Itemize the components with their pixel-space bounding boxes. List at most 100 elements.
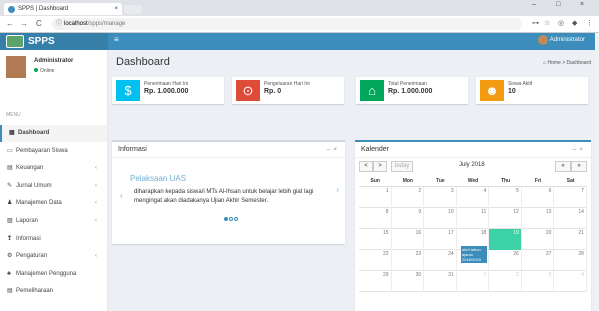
sidebar-item-laporan[interactable]: ▧ Laporan ‹ [0, 213, 107, 230]
next-month-button[interactable]: > [373, 161, 387, 172]
browser-tab[interactable]: SPPS | Dashboard × [4, 3, 122, 15]
scrollbar[interactable] [595, 33, 599, 311]
calendar-day[interactable]: 30 [392, 271, 425, 292]
calendar-event[interactable]: akhf tahun ajaran 2018/2019 [461, 246, 487, 263]
calendar-day[interactable]: 13 [522, 208, 555, 229]
tab-close-icon[interactable]: × [114, 3, 118, 15]
forward-icon[interactable]: → [20, 19, 28, 28]
breadcrumb[interactable]: ⌂ Home > Dashboard [543, 60, 591, 66]
sidebar-item-pemeliharaan[interactable]: ▤ Pemeliharaan [0, 283, 107, 300]
calendar-day[interactable]: 27 [522, 250, 555, 271]
extension-icon[interactable]: ◎ [558, 19, 564, 27]
key-icon[interactable]: ⊶ [532, 19, 539, 27]
carousel-dot[interactable] [234, 217, 238, 221]
calendar-day[interactable]: 2 [392, 187, 425, 208]
calendar-day[interactable]: 28 [554, 250, 587, 271]
calendar-day[interactable]: 20 [522, 229, 555, 250]
calendar-day[interactable]: 22 [359, 250, 392, 271]
carousel-dot[interactable] [229, 217, 233, 221]
panel-controls[interactable]: – × [327, 142, 337, 158]
sidebar-item-keuangan[interactable]: ▤ Keuangan ‹ [0, 160, 107, 177]
calendar-day[interactable]: 5 [489, 187, 522, 208]
close-icon[interactable]: × [333, 147, 337, 153]
back-icon[interactable]: ← [6, 19, 14, 28]
user-menu[interactable]: Administrator [537, 35, 585, 45]
carousel-indicators[interactable] [224, 208, 239, 226]
calendar-day[interactable]: 21 [554, 229, 587, 250]
calendar-day[interactable]: 24 [424, 250, 457, 271]
calendar-day[interactable]: 15 [359, 229, 392, 250]
calendar-day[interactable]: 31 [424, 271, 457, 292]
info-box-siswa-aktif: ☻ Siswa Aktif 10 [476, 77, 588, 104]
top-navbar: ≡ Administrator [108, 33, 599, 50]
calendar-day[interactable]: 6 [522, 187, 555, 208]
close-icon[interactable]: × [579, 147, 583, 153]
calendar-week: 29 30 31 1 2 3 4 [359, 271, 587, 292]
calendar-day[interactable]: 1 [457, 271, 490, 292]
app: SPPS ≡ Administrator Administrator Onlin… [0, 33, 599, 311]
calendar-day[interactable]: 4 [457, 187, 490, 208]
sidebar-item-jurnal-umum[interactable]: ✎ Jurnal Umum ‹ [0, 178, 107, 195]
calendar-day[interactable]: 10 [424, 208, 457, 229]
address-bar[interactable]: ⓘ localhost/spps/manage [52, 18, 522, 30]
menu-toggle-icon[interactable]: ≡ [114, 35, 119, 44]
reload-icon[interactable]: C [36, 19, 42, 28]
admin-name: Administrator [549, 37, 585, 43]
prev-month-button[interactable]: < [359, 161, 373, 172]
sidebar-item-icon: ❢ [7, 235, 13, 242]
calendar-day[interactable]: 3 [424, 187, 457, 208]
sidebar-item-label: Manajemen Data [16, 200, 62, 207]
sidebar-item-manajemen-pengguna[interactable]: ♣ Manajemen Pengguna [0, 266, 107, 283]
profile-icon[interactable]: ◆ [572, 19, 577, 27]
main-content: Dashboard ⌂ Home > Dashboard $ Penerimaan… [108, 50, 595, 311]
minimize-icon[interactable]: – [573, 147, 576, 153]
calendar-day[interactable]: 23 [392, 250, 425, 271]
sidebar-item-pembayaran-siswa[interactable]: ▭ Pembayaran Siswa [0, 143, 107, 160]
close-window-icon[interactable]: × [580, 1, 584, 8]
panel-controls[interactable]: – × [573, 142, 583, 158]
carousel-next-icon[interactable]: › [336, 185, 339, 194]
sidebar-item-informasi[interactable]: ❢ Informasi [0, 231, 107, 248]
weekday-label: Sat [566, 178, 575, 184]
page-title: Dashboard [116, 56, 170, 68]
browser-menu-icon[interactable]: ⋮ [586, 19, 593, 27]
sidebar-item-label: Pengaturan [16, 253, 48, 260]
next-year-button[interactable]: » [571, 161, 587, 172]
prev-year-button[interactable]: « [555, 161, 571, 172]
calendar-day[interactable]: 8 [359, 208, 392, 229]
today-button[interactable]: today [391, 161, 413, 172]
new-tab-button[interactable] [124, 5, 142, 14]
carousel-prev-icon[interactable]: ‹ [120, 191, 123, 200]
calendar-day[interactable]: 16 [392, 229, 425, 250]
calendar-day[interactable]: 4 [554, 271, 587, 292]
logo[interactable]: SPPS [0, 33, 108, 50]
calendar-day[interactable]: 17 [424, 229, 457, 250]
calendar-day[interactable]: 14 [554, 208, 587, 229]
calendar-day[interactable]: 9 [392, 208, 425, 229]
calendar-day[interactable]: 2 [489, 271, 522, 292]
calendar-day[interactable]: 26 [489, 250, 522, 271]
informasi-title: Informasi [118, 146, 147, 153]
sidebar-item-label: Dashboard [18, 130, 50, 136]
sidebar-item-icon: ✎ [7, 182, 13, 189]
calendar-day[interactable]: 7 [554, 187, 587, 208]
calendar-day[interactable]: 1 [359, 187, 392, 208]
url-path: /spps/manage [87, 21, 126, 27]
sidebar-item-label: Laporan [16, 218, 39, 224]
minimize-window-icon[interactable]: – [532, 1, 536, 8]
maximize-window-icon[interactable]: □ [556, 1, 560, 8]
carousel-dot[interactable] [224, 217, 228, 221]
weekday-header: Sun Mon Tue Wed Thu Fri Sat [359, 175, 587, 187]
minimize-icon[interactable]: – [327, 147, 330, 153]
sidebar-item-dashboard[interactable]: ▦ Dashboard [0, 125, 107, 142]
calendar-day[interactable]: 29 [359, 271, 392, 292]
calendar-day[interactable]: 12 [489, 208, 522, 229]
calendar-day[interactable]: 19 [489, 229, 522, 250]
chevron-left-icon: ‹ [95, 182, 97, 189]
calendar-day[interactable]: 11 [457, 208, 490, 229]
calendar-day[interactable]: 3 [522, 271, 555, 292]
sidebar-item-pengaturan[interactable]: ⚙ Pengaturan ‹ [0, 248, 107, 265]
info-box-penerimaan-hari-ini: $ Penerimaan Hari Ini Rp. 1.000.000 [112, 77, 224, 104]
star-icon[interactable]: ☆ [544, 19, 550, 27]
sidebar-item-manajemen-data[interactable]: ♟ Manajemen Data ‹ [0, 195, 107, 212]
